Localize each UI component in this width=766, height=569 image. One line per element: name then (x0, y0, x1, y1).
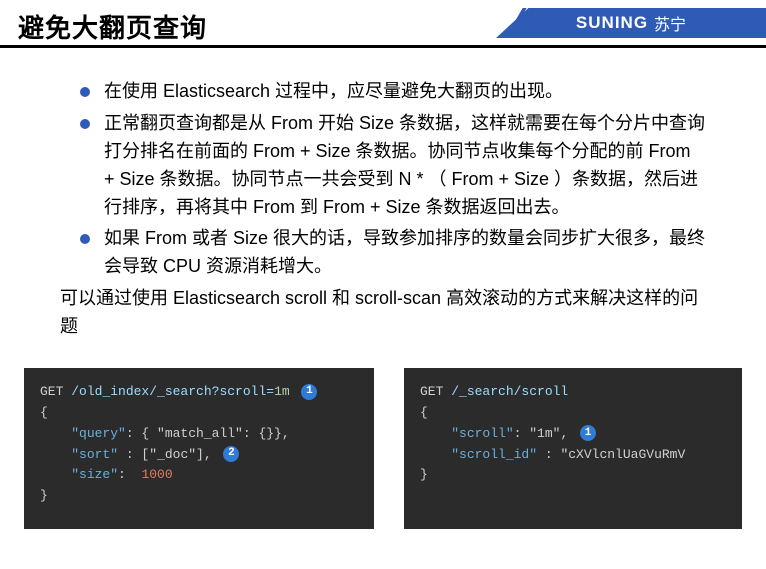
code-text: GET (40, 384, 71, 399)
code-text: "sort" (71, 447, 118, 462)
code-text: "query" (71, 426, 126, 441)
bullet-item: 正常翻页查询都是从 From 开始 Size 条数据，这样就需要在每个分片中查询… (80, 110, 706, 222)
slide-content: 在使用 Elasticsearch 过程中，应尽量避免大翻页的出现。 正常翻页查… (0, 48, 766, 351)
code-text: /_search/scroll (451, 384, 568, 399)
code-area: GET /old_index/_search?scroll=1m 1 { "qu… (0, 368, 766, 529)
code-block-left: GET /old_index/_search?scroll=1m 1 { "qu… (24, 368, 374, 529)
code-text: /old_index/_search?scroll= (71, 384, 274, 399)
annotation-badge: 2 (223, 446, 239, 462)
code-text: "size" (71, 467, 118, 482)
code-text: 1000 (141, 467, 172, 482)
code-text: "scroll" (451, 426, 513, 441)
followup-text: 可以通过使用 Elasticsearch scroll 和 scroll-sca… (60, 285, 706, 341)
slide-header: 避免大翻页查询 SUNING 苏宁 (0, 0, 766, 48)
code-text: : (118, 467, 141, 482)
annotation-badge: 1 (580, 425, 596, 441)
code-text: { (420, 405, 428, 420)
brand-en: SUNING (576, 13, 648, 33)
annotation-badge: 1 (301, 384, 317, 400)
code-text: : { "match_all": {}}, (126, 426, 290, 441)
code-block-right: GET /_search/scroll { "scroll": "1m", 1 … (404, 368, 742, 529)
code-text: : "cXVlcnlUaGVuRmV (537, 447, 685, 462)
code-text: { (40, 405, 48, 420)
bullet-list: 在使用 Elasticsearch 过程中，应尽量避免大翻页的出现。 正常翻页查… (80, 78, 706, 281)
code-text: : "1m", (514, 426, 576, 441)
code-text: GET (420, 384, 451, 399)
brand-cn: 苏宁 (654, 11, 686, 35)
code-text: } (420, 467, 428, 482)
code-text: "scroll_id" (451, 447, 537, 462)
brand-banner: SUNING 苏宁 (496, 8, 766, 38)
code-text: 1m (274, 384, 290, 399)
code-text: : ["_doc"], (118, 447, 219, 462)
bullet-item: 如果 From 或者 Size 很大的话，导致参加排序的数量会同步扩大很多，最终… (80, 225, 706, 281)
bullet-item: 在使用 Elasticsearch 过程中，应尽量避免大翻页的出现。 (80, 78, 706, 106)
code-text: } (40, 488, 48, 503)
